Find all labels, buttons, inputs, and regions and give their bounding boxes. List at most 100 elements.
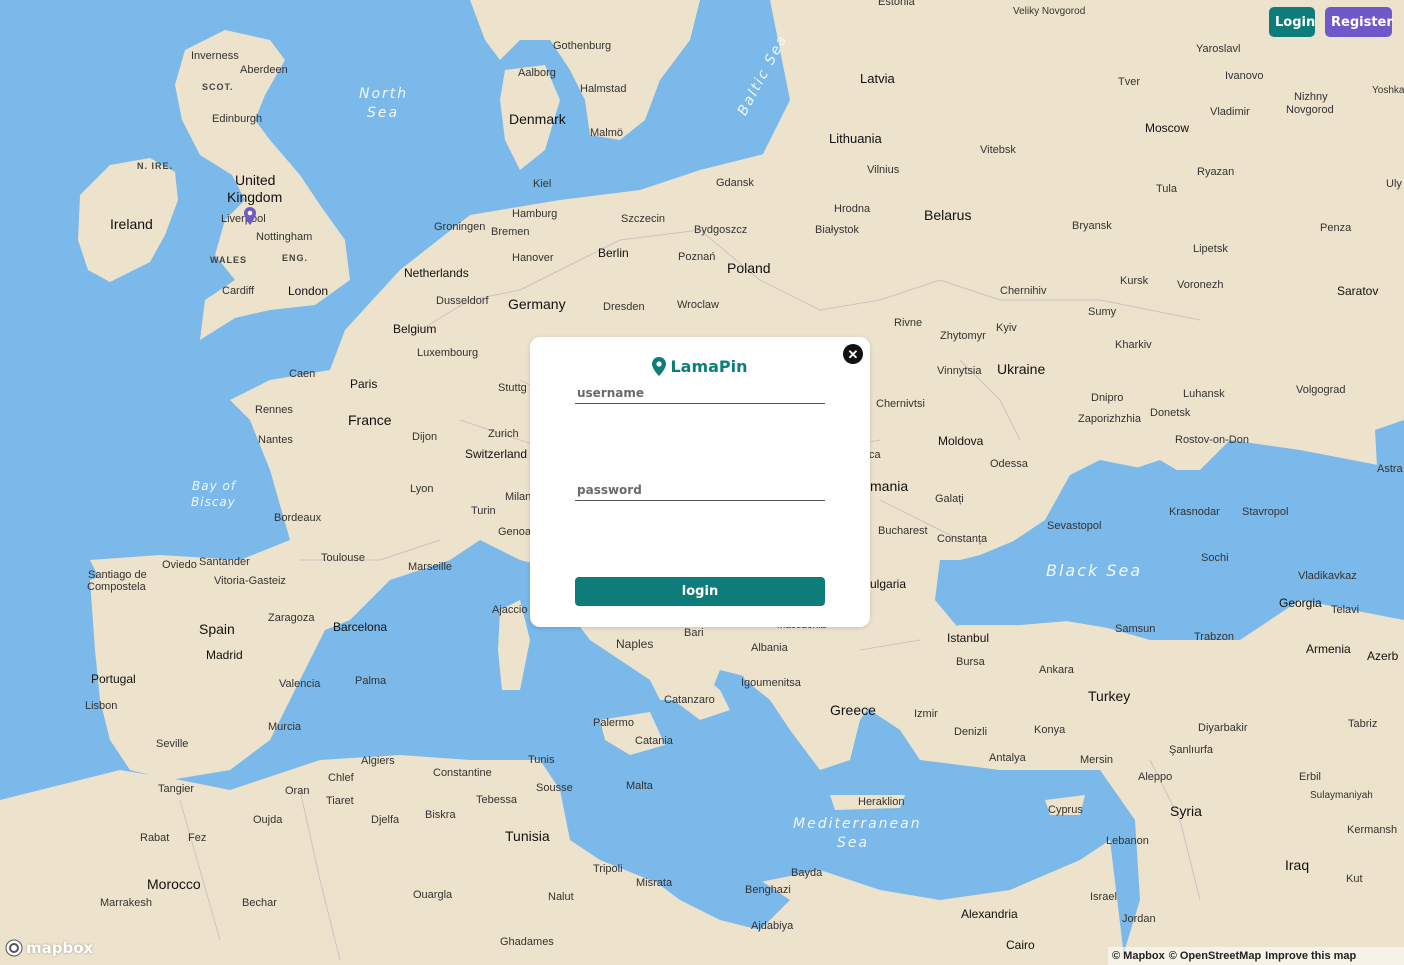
- label-azerb: Azerb: [1367, 649, 1399, 663]
- label-denizli: Denizli: [954, 726, 988, 738]
- label-ryazan: Ryazan: [1197, 166, 1235, 178]
- label-aberdeen: Aberdeen: [240, 64, 288, 76]
- label-black-sea: Black Sea: [1046, 561, 1143, 580]
- label-cairo: Cairo: [1006, 938, 1035, 952]
- label-tebessa: Tebessa: [476, 794, 517, 806]
- label-sanliurfa: Şanlıurfa: [1169, 744, 1214, 756]
- label-oujda: Oujda: [253, 814, 283, 826]
- label-palermo: Palermo: [593, 717, 634, 729]
- mapbox-logo-text: mapbox: [26, 939, 94, 957]
- attribution-mapbox[interactable]: © Mapbox: [1112, 950, 1165, 962]
- label-oviedo: Oviedo: [162, 559, 197, 571]
- label-spain: Spain: [199, 621, 235, 637]
- register-button[interactable]: Register: [1325, 7, 1393, 37]
- label-cardiff: Cardiff: [222, 285, 255, 297]
- label-inverness: Inverness: [191, 50, 239, 62]
- label-portugal: Portugal: [91, 672, 136, 686]
- close-button[interactable]: ✕: [843, 344, 863, 364]
- label-madrid: Madrid: [206, 648, 243, 662]
- login-button[interactable]: Login: [1269, 7, 1315, 37]
- label-ca: ca: [869, 449, 881, 461]
- label-santiago: Santiago de: [88, 569, 147, 581]
- label-palma: Palma: [355, 675, 387, 687]
- label-rivne: Rivne: [894, 317, 923, 329]
- label-albania: Albania: [751, 642, 788, 654]
- label-dresden: Dresden: [603, 301, 645, 313]
- label-halmstad: Halmstad: [580, 83, 627, 95]
- label-bari: Bari: [684, 627, 704, 639]
- label-volgograd: Volgograd: [1296, 384, 1346, 396]
- label-iraq: Iraq: [1285, 857, 1310, 873]
- label-ukraine: Ukraine: [997, 361, 1046, 377]
- label-biscay: Biscay: [191, 495, 236, 509]
- label-estonia: Estonia: [878, 0, 915, 8]
- label-fez: Fez: [188, 832, 207, 844]
- label-catania: Catania: [635, 735, 673, 747]
- label-zurich: Zurich: [488, 428, 519, 440]
- label-london: London: [288, 284, 329, 298]
- label-ouargla: Ouargla: [413, 889, 453, 901]
- label-odessa: Odessa: [990, 458, 1028, 470]
- label-eng: ENG.: [282, 253, 309, 263]
- label-lisbon: Lisbon: [85, 700, 118, 712]
- login-submit-button[interactable]: login: [575, 577, 825, 606]
- label-erbil: Erbil: [1299, 771, 1322, 783]
- label-bursa: Bursa: [956, 656, 985, 668]
- label-ivanovo: Ivanovo: [1225, 70, 1264, 82]
- label-moldova: Moldova: [938, 434, 984, 448]
- label-aleppo: Aleppo: [1138, 771, 1173, 783]
- username-input[interactable]: [575, 382, 825, 404]
- label-alexandria: Alexandria: [961, 907, 1018, 921]
- mapbox-logo[interactable]: mapbox: [5, 939, 93, 957]
- label-n-ire: N. IRE.: [137, 161, 174, 171]
- label-catanzaro: Catanzaro: [664, 694, 715, 706]
- label-france: France: [348, 412, 392, 428]
- label-wroclaw: Wroclaw: [677, 299, 719, 311]
- label-vitebsk: Vitebsk: [980, 144, 1016, 156]
- label-zaragoza: Zaragoza: [268, 612, 315, 624]
- label-kyiv: Kyiv: [996, 322, 1017, 334]
- label-santander: Santander: [199, 556, 250, 568]
- label-ghadames: Ghadames: [500, 936, 554, 948]
- label-sea-north: Sea: [367, 105, 400, 121]
- label-north: North: [359, 86, 409, 102]
- attribution-osm[interactable]: © OpenStreetMap: [1169, 950, 1261, 962]
- label-vladimir: Vladimir: [1210, 106, 1250, 118]
- label-marseille: Marseille: [408, 561, 453, 573]
- label-scot: SCOT.: [202, 82, 234, 92]
- label-tunisia: Tunisia: [505, 828, 550, 844]
- label-szczecin: Szczecin: [621, 213, 666, 225]
- label-kingdom: Kingdom: [227, 189, 283, 205]
- map-pin-icon[interactable]: [244, 207, 256, 225]
- label-saratov: Saratov: [1337, 284, 1379, 298]
- label-bulgaria: ulgaria: [870, 577, 907, 591]
- label-kursk: Kursk: [1120, 275, 1149, 287]
- label-belarus: Belarus: [924, 207, 972, 223]
- label-lyon: Lyon: [410, 483, 434, 495]
- label-tangier: Tangier: [158, 783, 195, 795]
- label-aalborg: Aalborg: [518, 67, 556, 79]
- label-jordan: Jordan: [1122, 913, 1156, 925]
- label-chernihiv: Chernihiv: [1000, 285, 1047, 297]
- label-rabat: Rabat: [140, 832, 170, 844]
- label-samsun: Samsun: [1115, 623, 1156, 635]
- label-misrata: Misrata: [636, 877, 673, 889]
- label-hamburg: Hamburg: [512, 208, 558, 220]
- label-sevastopol: Sevastopol: [1047, 520, 1102, 532]
- label-malta: Malta: [626, 780, 653, 792]
- label-dijon: Dijon: [412, 431, 438, 443]
- attribution-improve[interactable]: Improve this map: [1265, 950, 1356, 962]
- label-romania: mania: [870, 478, 909, 494]
- label-nalut: Nalut: [548, 891, 574, 903]
- label-barcelona: Barcelona: [333, 620, 388, 634]
- label-edinburgh: Edinburgh: [212, 113, 263, 125]
- label-milan: Milan: [505, 491, 532, 503]
- label-tabriz: Tabriz: [1348, 718, 1378, 730]
- password-input[interactable]: [575, 479, 825, 501]
- label-luxembourg: Luxembourg: [417, 347, 479, 359]
- label-tunis: Tunis: [528, 754, 555, 766]
- label-oran: Oran: [285, 785, 310, 797]
- label-bayda: Bayda: [791, 867, 823, 879]
- label-istanbul: Istanbul: [947, 631, 990, 645]
- label-diyarbakir: Diyarbakir: [1198, 722, 1248, 734]
